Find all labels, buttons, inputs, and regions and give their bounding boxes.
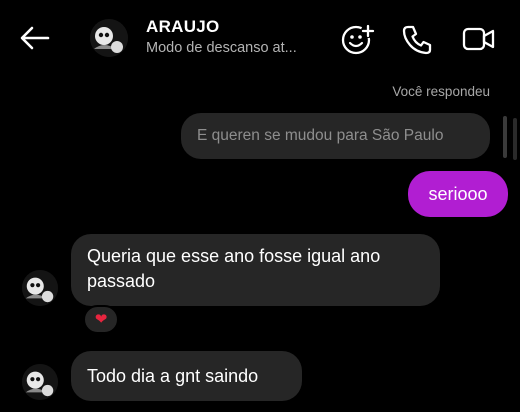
reply-label: Você respondeu xyxy=(392,84,490,99)
contact-name[interactable]: ARAUJO xyxy=(146,17,220,37)
sender-avatar[interactable] xyxy=(22,364,58,400)
incoming-message[interactable]: Queria que esse ano fosse igual ano pass… xyxy=(71,234,440,306)
outgoing-message[interactable]: seriooo xyxy=(408,171,508,217)
message-line: Queria que esse ano fosse igual ano xyxy=(87,246,381,266)
back-arrow-icon xyxy=(20,26,50,50)
video-call-button[interactable] xyxy=(461,22,497,56)
incoming-message[interactable]: Todo dia a gnt saindo xyxy=(71,351,302,401)
sender-avatar[interactable] xyxy=(22,270,58,306)
reply-indicator-bar xyxy=(503,116,507,158)
add-people-button[interactable] xyxy=(340,22,376,56)
scrollbar[interactable] xyxy=(513,118,517,160)
call-button[interactable] xyxy=(400,22,436,56)
message-line: passado xyxy=(87,271,156,291)
reaction-badge[interactable]: ❤ xyxy=(83,305,119,334)
quoted-message[interactable]: E queren se mudou para São Paulo xyxy=(181,113,490,159)
add-people-icon xyxy=(341,24,375,55)
back-button[interactable] xyxy=(18,22,52,54)
phone-icon xyxy=(402,25,432,55)
contact-status: Modo de descanso at... xyxy=(146,40,297,56)
heart-icon: ❤ xyxy=(94,311,108,328)
contact-avatar[interactable] xyxy=(90,19,128,57)
video-camera-icon xyxy=(462,27,495,51)
